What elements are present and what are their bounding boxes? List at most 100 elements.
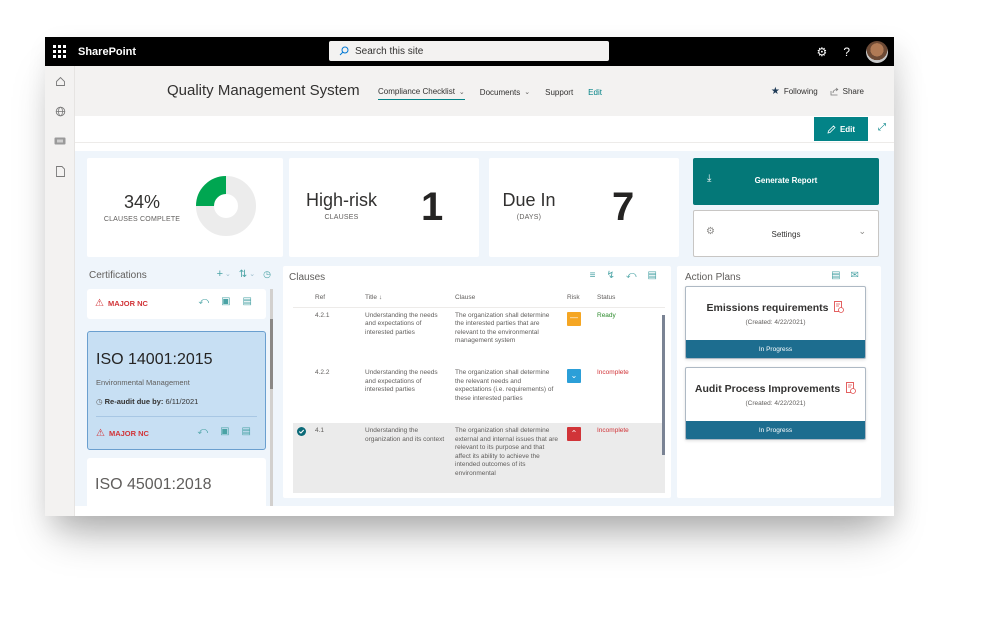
plan-created-date: (Created: 4/22/2021) bbox=[745, 319, 806, 326]
note-icon[interactable]: ▣ bbox=[221, 296, 230, 307]
share-label: Share bbox=[842, 87, 864, 96]
left-rail bbox=[45, 66, 75, 516]
action-plan-card[interactable]: Audit Process Improvements (Created: 4/2… bbox=[685, 367, 866, 440]
clause-title: Understanding the needs and expectations… bbox=[365, 369, 438, 393]
add-certification-button[interactable]: + ⌄ bbox=[217, 268, 231, 280]
completion-label: CLAUSES COMPLETE bbox=[103, 216, 181, 223]
following-button[interactable]: ★ Following bbox=[771, 86, 818, 97]
filter-list-icon[interactable]: ≡ bbox=[590, 270, 596, 281]
due-in-title: Due In bbox=[502, 190, 556, 210]
note-icon[interactable]: ▣ bbox=[220, 426, 229, 437]
reaudit-date: 6/11/2021 bbox=[165, 397, 199, 406]
new-plan-icon[interactable]: ▤ bbox=[831, 270, 840, 281]
command-bar: Edit ⤢ bbox=[75, 116, 894, 143]
completion-value: 34% bbox=[123, 192, 161, 212]
clause-row[interactable]: 4.2.2 Understanding the needs and expect… bbox=[293, 365, 665, 423]
column-header-ref[interactable]: Ref bbox=[311, 289, 361, 308]
settings-gear-icon[interactable]: ⚙ bbox=[817, 45, 828, 59]
column-header-title[interactable]: Title ↓ bbox=[361, 289, 451, 308]
reaudit-label: Re-audit due by: bbox=[104, 397, 164, 406]
flash-icon[interactable]: ↯ bbox=[606, 270, 614, 281]
reaudit-line: ◷ Re-audit due by: 6/11/2021 bbox=[96, 397, 198, 406]
generate-report-button[interactable]: ⤓ Generate Report bbox=[693, 158, 879, 205]
row-select[interactable] bbox=[293, 423, 311, 493]
plan-status-bar: In Progress bbox=[686, 340, 865, 358]
home-icon[interactable] bbox=[45, 66, 75, 96]
clauses-scrollbar-thumb[interactable] bbox=[662, 315, 665, 455]
clauses-header-row: Ref Title ↓ Clause Risk Status bbox=[293, 289, 665, 308]
following-label: Following bbox=[783, 87, 818, 96]
plan-title: Audit Process Improvements bbox=[694, 383, 841, 395]
suite-bar: SharePoint Search this site ⚙ ? bbox=[45, 37, 894, 66]
certifications-panel: Certifications + ⌄ ⇅ ⌄ ◷ ⚠ MAJOR NC ⤺ ▣ … bbox=[87, 266, 277, 506]
certification-title: ISO 14001:2015 bbox=[96, 351, 213, 368]
clause-row[interactable]: 4.2.1 Understanding the needs and expect… bbox=[293, 307, 665, 365]
clause-row-selected[interactable]: 4.1 Understanding the organization and i… bbox=[293, 423, 665, 493]
sort-button[interactable]: ⇅ ⌄ bbox=[239, 269, 255, 280]
page-canvas: 34% CLAUSES COMPLETE High-risk CLAUSES 1 bbox=[75, 143, 894, 516]
clock-icon: ◷ bbox=[96, 397, 103, 406]
share-icon bbox=[830, 87, 839, 96]
app-launcher-button[interactable] bbox=[45, 37, 73, 66]
clause-status: Incomplete bbox=[597, 427, 629, 434]
globe-icon[interactable] bbox=[45, 96, 75, 126]
donut-progress-arc bbox=[196, 176, 227, 207]
news-icon[interactable] bbox=[45, 126, 75, 156]
row-select[interactable] bbox=[293, 307, 311, 365]
dashboard-section: 34% CLAUSES COMPLETE High-risk CLAUSES 1 bbox=[75, 151, 894, 506]
archive-icon[interactable]: ▤ bbox=[243, 296, 252, 307]
nav-support[interactable]: Support bbox=[545, 87, 573, 100]
site-title[interactable]: Quality Management System bbox=[167, 82, 360, 99]
edit-page-button[interactable]: Edit bbox=[814, 117, 868, 141]
due-in-card: Due In (DAYS) 7 bbox=[489, 158, 679, 257]
share-button[interactable]: Share bbox=[830, 87, 864, 96]
waffle-icon bbox=[52, 45, 66, 58]
high-risk-title: High-risk bbox=[305, 190, 377, 210]
site-header: Quality Management System Compliance Che… bbox=[75, 66, 894, 116]
archive-icon[interactable]: ▤ bbox=[242, 426, 251, 437]
archive-icon[interactable]: ▤ bbox=[648, 270, 657, 281]
scrollbar-thumb[interactable] bbox=[270, 319, 273, 389]
plus-icon: + bbox=[216, 268, 223, 280]
risk-low-icon: ⌄ bbox=[567, 369, 581, 383]
user-avatar[interactable] bbox=[866, 40, 888, 63]
nav-label: Documents bbox=[479, 87, 521, 97]
certification-card[interactable]: ⚠ MAJOR NC ⤺ ▣ ▤ bbox=[87, 289, 266, 319]
action-plans-title: Action Plans bbox=[685, 272, 741, 283]
major-nc-badge: ⚠ MAJOR NC bbox=[96, 428, 149, 439]
expand-icon[interactable]: ⤢ bbox=[878, 122, 886, 133]
undo-icon[interactable]: ⤺ bbox=[626, 270, 637, 281]
clause-text: The organization shall determine externa… bbox=[455, 427, 558, 477]
undo-icon[interactable]: ⤺ bbox=[198, 296, 209, 307]
plan-title-row: Emissions requirements bbox=[686, 301, 865, 314]
document-icon[interactable] bbox=[45, 156, 75, 186]
mail-icon[interactable]: ✉ bbox=[851, 270, 859, 281]
column-header-risk[interactable]: Risk bbox=[563, 289, 593, 308]
certification-card[interactable]: ISO 45001:2018 bbox=[87, 458, 266, 506]
warning-icon: ⚠ bbox=[95, 298, 104, 309]
clause-status: Incomplete bbox=[597, 369, 629, 376]
certification-card-selected[interactable]: ISO 14001:2015 Environmental Management … bbox=[87, 331, 266, 450]
chevron-down-icon: ⌄ bbox=[225, 271, 231, 278]
nav-edit-link[interactable]: Edit bbox=[588, 87, 602, 100]
row-select[interactable] bbox=[293, 365, 311, 423]
chevron-down-icon: ⌄ bbox=[458, 88, 465, 96]
app-name[interactable]: SharePoint bbox=[78, 46, 136, 58]
settings-dropdown[interactable]: ⚙ Settings ⌄ bbox=[693, 210, 879, 257]
undo-icon[interactable]: ⤺ bbox=[197, 426, 208, 437]
help-icon[interactable]: ? bbox=[843, 45, 850, 59]
action-plan-card[interactable]: Emissions requirements (Created: 4/22/20… bbox=[685, 286, 866, 359]
column-header-status[interactable]: Status bbox=[593, 289, 665, 308]
plan-title-row: Audit Process Improvements bbox=[686, 382, 865, 395]
settings-label: Settings bbox=[771, 230, 801, 239]
clause-title: Understanding the needs and expectations… bbox=[365, 311, 438, 336]
column-header-clause[interactable]: Clause bbox=[451, 289, 563, 308]
search-input[interactable]: Search this site bbox=[329, 41, 609, 61]
plan-status-bar: In Progress bbox=[686, 421, 865, 439]
plan-created-date: (Created: 4/22/2021) bbox=[745, 400, 806, 407]
chevron-down-icon: ⌄ bbox=[858, 226, 866, 236]
history-icon[interactable]: ◷ bbox=[263, 269, 271, 280]
nav-documents[interactable]: Documents ⌄ bbox=[480, 87, 530, 100]
clause-text: The organization shall determine the int… bbox=[455, 311, 550, 345]
nav-compliance-checklist[interactable]: Compliance Checklist ⌄ bbox=[378, 87, 465, 100]
